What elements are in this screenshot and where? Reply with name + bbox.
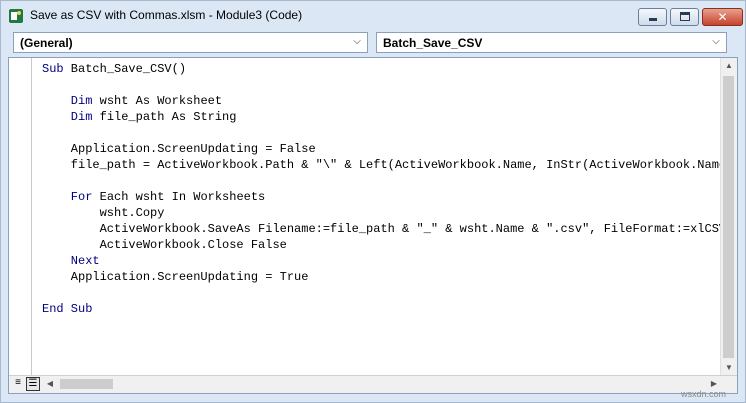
code-line[interactable]: Dim file_path As String (42, 109, 720, 125)
horizontal-scroll-thumb[interactable] (60, 379, 113, 389)
code-text[interactable]: Sub Batch_Save_CSV() Dim wsht As Workshe… (42, 61, 720, 373)
margin-indicator-bar[interactable] (9, 58, 32, 376)
scroll-up-icon[interactable]: ▲ (721, 58, 737, 74)
excel-icon (9, 9, 23, 23)
code-line[interactable]: ActiveWorkbook.SaveAs Filename:=file_pat… (42, 221, 720, 237)
full-module-view-icon[interactable]: ☰ (26, 377, 40, 391)
procedure-dropdown[interactable]: Batch_Save_CSV ⌵ (376, 32, 727, 53)
code-line[interactable]: Sub Batch_Save_CSV() (42, 61, 720, 77)
code-line[interactable] (42, 285, 720, 301)
object-dropdown-value: (General) (20, 36, 73, 50)
vba-code-window: Save as CSV with Commas.xlsm - Module3 (… (0, 0, 746, 403)
code-line[interactable]: Dim wsht As Worksheet (42, 93, 720, 109)
vertical-scroll-thumb[interactable] (723, 76, 734, 358)
code-line[interactable]: For Each wsht In Worksheets (42, 189, 720, 205)
code-line[interactable] (42, 125, 720, 141)
procedure-view-icon[interactable]: ≡ (11, 377, 25, 391)
code-line[interactable]: ActiveWorkbook.Close False (42, 237, 720, 253)
maximize-icon (680, 12, 690, 21)
window-title: Save as CSV with Commas.xlsm - Module3 (… (30, 8, 303, 22)
code-line[interactable] (42, 173, 720, 189)
close-button[interactable]: ✕ (702, 8, 743, 26)
title-bar[interactable]: Save as CSV with Commas.xlsm - Module3 (… (1, 1, 745, 31)
minimize-button[interactable] (638, 8, 667, 26)
chevron-down-icon[interactable]: ⌵ (710, 35, 722, 49)
scroll-down-icon[interactable]: ▼ (721, 360, 737, 376)
minimize-icon (649, 18, 657, 21)
code-editor[interactable]: Sub Batch_Save_CSV() Dim wsht As Workshe… (8, 57, 738, 394)
code-line[interactable]: file_path = ActiveWorkbook.Path & "\" & … (42, 157, 720, 173)
vertical-scrollbar[interactable]: ▲ ▼ (720, 58, 737, 376)
bottom-bar: ≡ ☰ ◀ ▶ (9, 375, 737, 393)
object-dropdown[interactable]: (General) ⌵ (13, 32, 368, 53)
chevron-down-icon[interactable]: ⌵ (351, 35, 363, 49)
scroll-left-icon[interactable]: ◀ (43, 376, 57, 392)
procedure-dropdown-value: Batch_Save_CSV (383, 36, 483, 50)
code-line[interactable]: wsht.Copy (42, 205, 720, 221)
code-line[interactable]: Application.ScreenUpdating = True (42, 269, 720, 285)
code-line[interactable]: Next (42, 253, 720, 269)
code-line[interactable] (42, 77, 720, 93)
code-line[interactable]: Application.ScreenUpdating = False (42, 141, 720, 157)
watermark: wsxdn.com (681, 389, 727, 399)
maximize-button[interactable] (670, 8, 699, 26)
code-line[interactable]: End Sub (42, 301, 720, 317)
close-icon: ✕ (717, 10, 728, 24)
